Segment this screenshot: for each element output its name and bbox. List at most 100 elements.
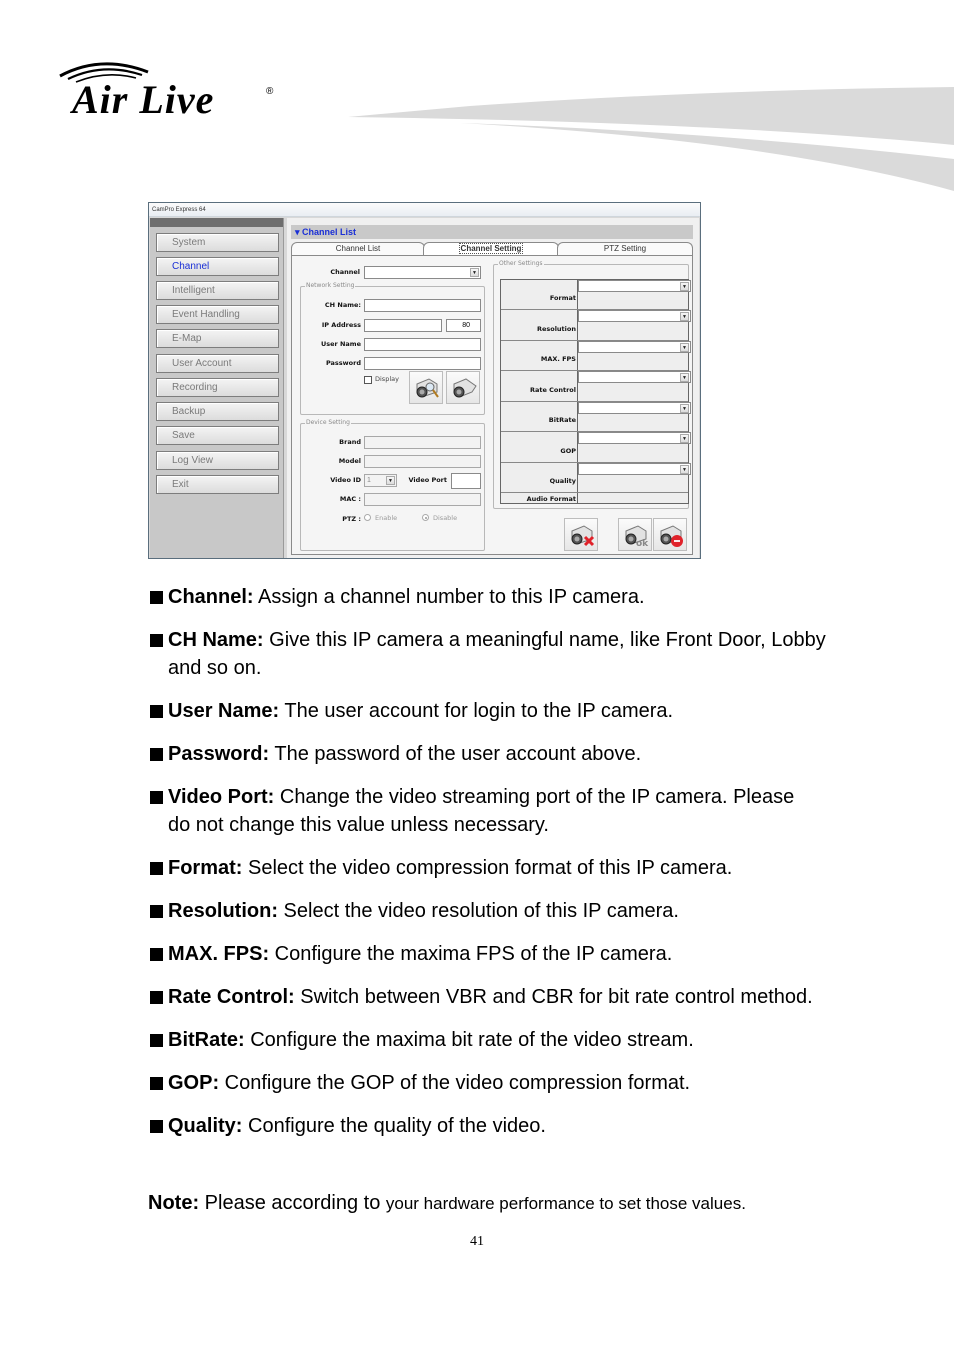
camera-connect-icon — [453, 378, 477, 398]
ch-name-input[interactable] — [364, 299, 481, 312]
resolution-select[interactable]: ▼ — [578, 310, 691, 322]
registered-mark: ® — [266, 86, 274, 97]
bullet-term: BitRate: — [168, 1029, 245, 1051]
display-label: Display — [375, 375, 399, 383]
ok-button[interactable]: ok — [618, 518, 652, 551]
header-swoosh-decoration — [348, 87, 954, 191]
quality-select[interactable]: ▼ — [578, 463, 691, 475]
bullet-square-icon — [150, 748, 163, 761]
format-label: Format — [549, 294, 576, 302]
note-text-small: your hardware performance to set those v… — [385, 1194, 746, 1213]
brand-input[interactable] — [364, 436, 481, 449]
channel-setting-panel: Channel ▼ Network Setting CH Name: IP Ad… — [291, 255, 693, 555]
bullet-square-icon — [150, 1034, 163, 1047]
bullet-text: Switch between VBR and CBR for bit rate … — [294, 986, 813, 1008]
brand-label: Brand — [339, 438, 361, 446]
max-fps-select[interactable]: ▼ — [578, 341, 691, 353]
ch-name-label: CH Name: — [324, 301, 361, 309]
window-title: CamPro Express 64 — [149, 203, 700, 217]
bullet-square-icon — [150, 591, 163, 604]
bullet-term: User Name: — [168, 700, 280, 722]
sidebar-item-system[interactable]: System — [156, 233, 279, 252]
bullet-term: CH Name: — [168, 629, 264, 651]
ptz-disable-label: Disable — [433, 514, 458, 522]
video-port-input[interactable] — [451, 473, 481, 489]
resolution-label: Resolution — [536, 325, 576, 333]
field-descriptions: Channel: Assign a channel number to this… — [148, 583, 848, 1155]
bitrate-label: BitRate — [548, 416, 576, 424]
delete-camera-button[interactable] — [564, 518, 598, 551]
chevron-double-down-icon: ▾ — [295, 227, 300, 237]
dropdown-arrow-icon: ▼ — [680, 434, 689, 443]
bullet-term: MAX. FPS: — [168, 943, 270, 965]
bullet-text: Give this IP camera a meaningful name, l… — [168, 629, 826, 679]
bullet-item: BitRate: Configure the maxima bit rate o… — [148, 1026, 848, 1054]
sidebar-item-exit[interactable]: Exit — [156, 475, 279, 494]
bullet-item: Password: The password of the user accou… — [148, 740, 848, 768]
camera-cancel-icon — [660, 525, 683, 547]
device-setting-title: Device Setting — [305, 419, 351, 426]
channel-select[interactable]: ▼ — [364, 266, 481, 279]
bullet-text: Configure the maxima FPS of the IP camer… — [269, 943, 673, 965]
connect-camera-button[interactable] — [446, 371, 480, 404]
bullet-text: Configure the quality of the video. — [242, 1115, 546, 1137]
tab-channel-list[interactable]: Channel List — [291, 242, 425, 255]
camera-search-icon — [416, 378, 439, 398]
bullet-square-icon — [150, 905, 163, 918]
bullet-item: GOP: Configure the GOP of the video comp… — [148, 1069, 848, 1097]
ptz-label: PTZ : — [342, 515, 361, 523]
rate-control-select[interactable]: ▼ — [578, 371, 691, 383]
sidebar-item-log-view[interactable]: Log View — [156, 451, 279, 470]
bullet-text: The password of the user account above. — [269, 743, 642, 765]
bitrate-select[interactable]: ▼ — [578, 402, 691, 414]
dropdown-arrow-icon: ▼ — [680, 373, 689, 382]
user-name-input[interactable] — [364, 338, 481, 351]
svg-text:ok: ok — [636, 539, 649, 549]
bullet-square-icon — [150, 791, 163, 804]
campro-window: CamPro Express 64 System Channel Intelli… — [148, 202, 701, 559]
gop-select[interactable]: ▼ — [578, 432, 691, 444]
tab-ptz-setting[interactable]: PTZ Setting — [557, 242, 693, 255]
network-setting-title: Network Setting — [305, 282, 356, 289]
sidebar-item-user-account[interactable]: User Account — [156, 354, 279, 373]
sidebar-item-e-map[interactable]: E-Map — [156, 329, 279, 348]
sidebar-item-recording[interactable]: Recording — [156, 378, 279, 397]
ip-port-input[interactable]: 80 — [446, 319, 481, 332]
bullet-item: Video Port: Change the video streaming p… — [148, 783, 808, 839]
search-camera-button[interactable] — [409, 371, 443, 404]
page-number: 41 — [470, 1234, 484, 1249]
mac-input[interactable] — [364, 493, 481, 506]
table-row: GOP ▼ — [501, 432, 691, 463]
section-header[interactable]: ▾ Channel List — [291, 225, 693, 239]
sidebar-item-channel[interactable]: Channel — [156, 257, 279, 276]
tab-label: Channel List — [335, 244, 381, 253]
ptz-disable-radio[interactable] — [422, 514, 429, 521]
sidebar-item-intelligent[interactable]: Intelligent — [156, 281, 279, 300]
cancel-button[interactable] — [653, 518, 687, 551]
model-input[interactable] — [364, 455, 481, 468]
ip-address-input[interactable] — [364, 319, 442, 332]
sidebar-item-backup[interactable]: Backup — [156, 402, 279, 421]
other-settings-table: Format ▼ Resolution ▼ MAX. FPS ▼ Rate Co… — [500, 279, 691, 504]
camera-delete-icon — [571, 525, 595, 547]
sidebar-item-event-handling[interactable]: Event Handling — [156, 305, 279, 324]
table-row: Resolution ▼ — [501, 310, 691, 341]
ip-address-label: IP Address — [321, 321, 361, 329]
video-id-select[interactable]: 1 ▼ — [364, 474, 397, 487]
format-select[interactable]: ▼ — [578, 280, 691, 292]
bullet-term: Resolution: — [168, 900, 278, 922]
tab-channel-setting[interactable]: Channel Setting — [423, 242, 559, 255]
ptz-enable-radio[interactable] — [364, 514, 371, 521]
quality-label: Quality — [549, 477, 576, 485]
bullet-item: Format: Select the video compression for… — [148, 854, 848, 882]
sidebar: System Channel Intelligent Event Handlin… — [150, 218, 284, 558]
bullet-text: Configure the GOP of the video compressi… — [219, 1072, 691, 1094]
password-input[interactable] — [364, 357, 481, 370]
ptz-enable-label: Enable — [375, 514, 398, 522]
display-checkbox[interactable] — [364, 376, 372, 384]
bullet-term: Password: — [168, 743, 270, 765]
model-label: Model — [338, 457, 361, 465]
bullet-square-icon — [150, 991, 163, 1004]
sidebar-item-save[interactable]: Save — [156, 426, 279, 445]
note-text: Please according to — [199, 1192, 386, 1214]
